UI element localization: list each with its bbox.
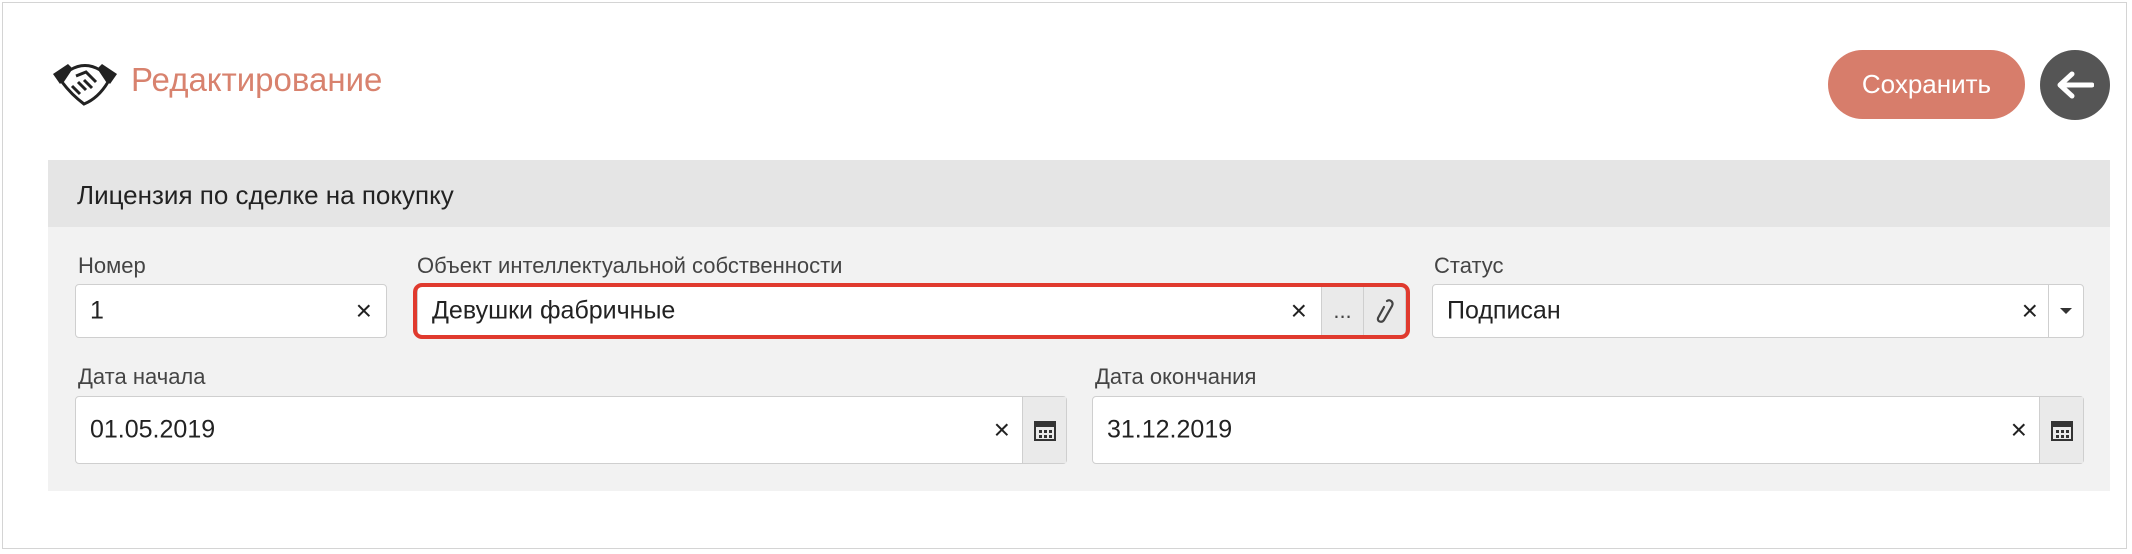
end-date-calendar-button[interactable] (2039, 397, 2083, 463)
status-dropdown-toggle[interactable] (2048, 285, 2083, 337)
arrow-left-icon (2057, 71, 2094, 99)
object-value: Девушки фабричные (432, 296, 676, 325)
start-date-calendar-button[interactable] (1022, 397, 1066, 463)
object-label: Объект интеллектуальной собственности (417, 253, 843, 278)
start-date-label: Дата начала (78, 364, 206, 389)
calendar-icon (2050, 421, 2073, 441)
end-date-label: Дата окончания (1095, 364, 1257, 389)
link-icon (1376, 299, 1394, 323)
dots-label: ... (1333, 298, 1352, 323)
calendar-icon (1033, 421, 1056, 441)
number-label: Номер (78, 253, 146, 278)
number-clear-icon[interactable]: × (356, 297, 372, 325)
object-link-button[interactable] (1363, 285, 1405, 337)
section-header: Лицензия по сделке на покупку (48, 160, 2110, 227)
handshake-icon (53, 64, 117, 106)
status-select[interactable]: Подписан × (1432, 284, 2084, 338)
number-field[interactable]: 1 × (75, 284, 387, 338)
save-button[interactable]: Сохранить (1828, 50, 2025, 119)
end-date-value: 31.12.2019 (1107, 415, 1233, 444)
object-field[interactable]: Девушки фабричные × ... (417, 284, 1406, 338)
back-button[interactable] (2040, 50, 2110, 120)
object-browse-button[interactable]: ... (1321, 285, 1363, 337)
start-date-clear-icon[interactable]: × (994, 416, 1010, 444)
start-date-field[interactable]: 01.05.2019 × (75, 396, 1067, 464)
status-clear-icon[interactable]: × (2022, 297, 2038, 325)
start-date-value: 01.05.2019 (90, 415, 216, 444)
end-date-clear-icon[interactable]: × (2011, 416, 2027, 444)
number-value: 1 (90, 296, 104, 325)
status-label: Статус (1434, 253, 1504, 278)
chevron-down-icon (2060, 308, 2072, 314)
object-clear-icon[interactable]: × (1291, 297, 1307, 325)
section-title: Лицензия по сделке на покупку (77, 180, 454, 210)
status-value: Подписан (1447, 296, 1561, 325)
end-date-field[interactable]: 31.12.2019 × (1092, 396, 2084, 464)
page-title: Редактирование (131, 61, 383, 98)
